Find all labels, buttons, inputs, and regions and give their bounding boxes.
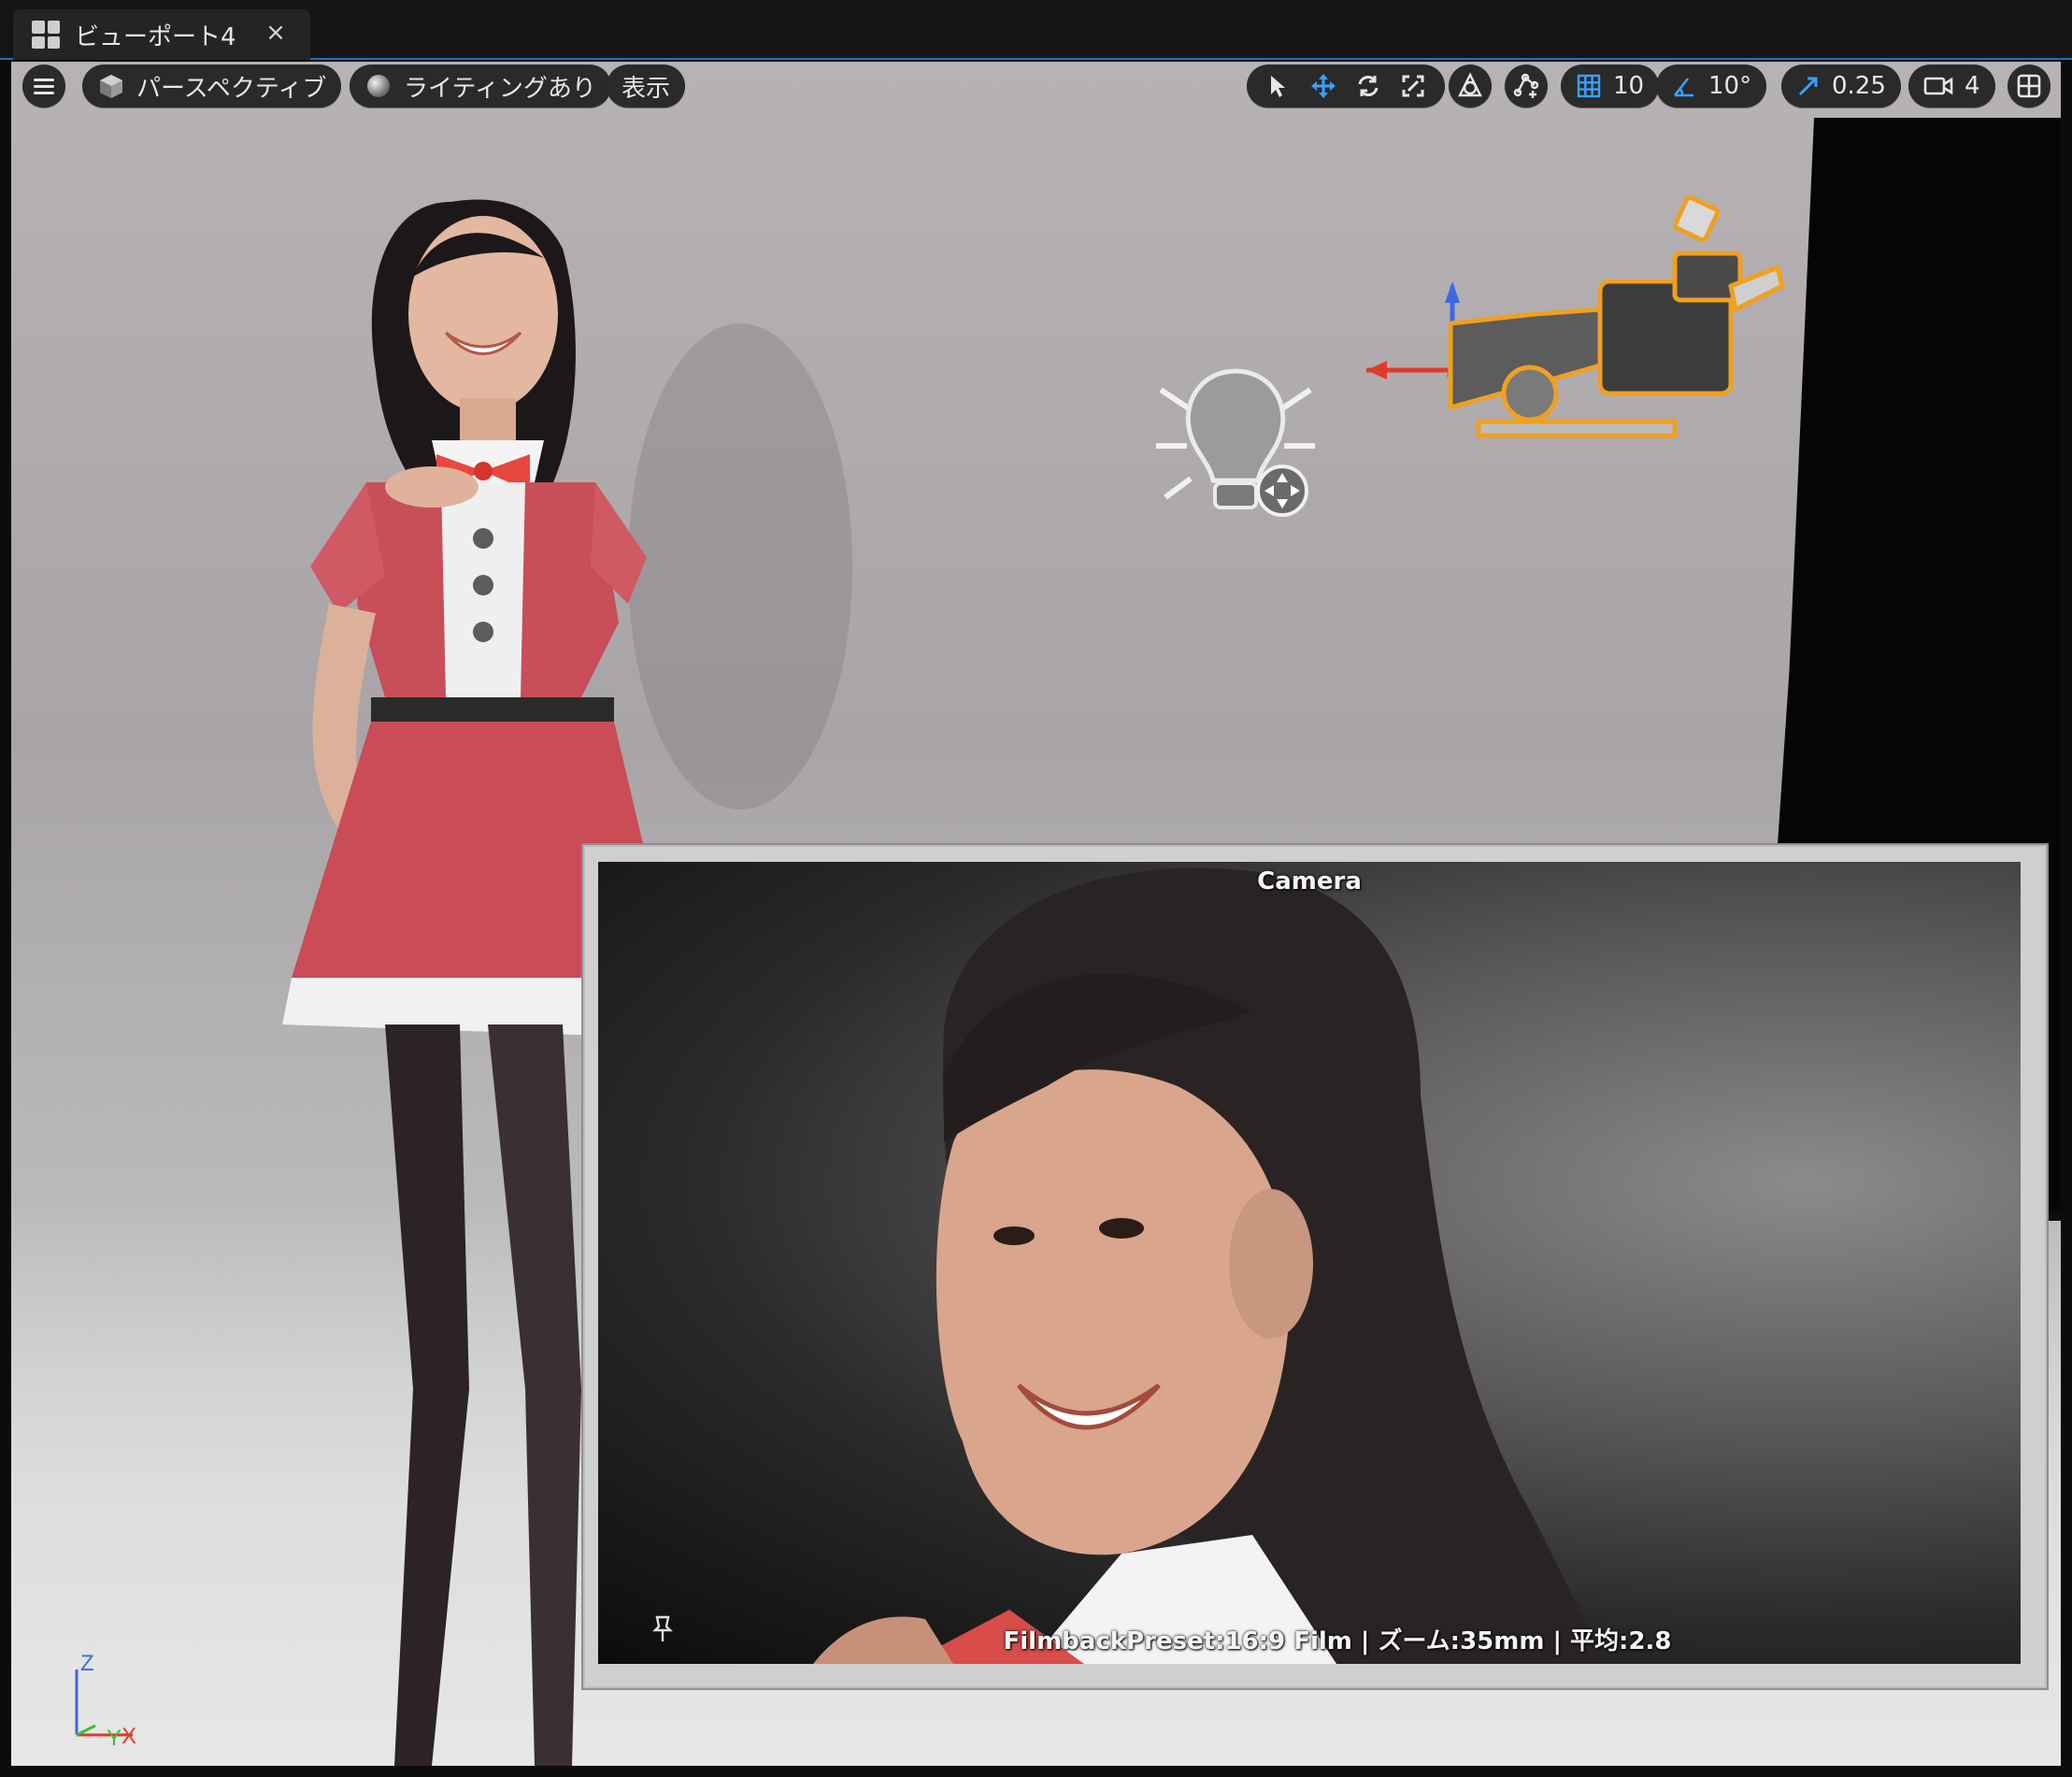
viewport-layout-button[interactable]: [2008, 64, 2051, 107]
rotation-snap-value: 10°: [1708, 72, 1752, 100]
tab-close-button[interactable]: ×: [262, 19, 290, 47]
axis-y-label: Y: [107, 1726, 122, 1751]
preview-character-closeup: [813, 867, 1608, 1664]
grid-icon: [1576, 73, 1602, 99]
angle-icon: [1671, 73, 1697, 99]
show-menu-button[interactable]: 表示: [607, 64, 686, 107]
axis-x-label: X: [121, 1724, 137, 1749]
transform-tools: [1247, 64, 1445, 107]
show-label: 表示: [622, 74, 671, 103]
unreal-editor-viewport-window: ビューポート4 × パースペクティブ ライティングあり 表示 10 10° 0.…: [0, 0, 2072, 1777]
select-tool-button[interactable]: [1259, 66, 1298, 106]
viewport-menu-button[interactable]: [22, 64, 65, 107]
grid-snap-value: 10: [1613, 72, 1645, 100]
rotation-snap-button[interactable]: 10°: [1656, 64, 1767, 107]
move-arrows-icon: [1311, 74, 1336, 98]
scale-icon: [1402, 75, 1424, 97]
grid-snap-button[interactable]: 10: [1561, 64, 1660, 107]
scale-snap-button[interactable]: 0.25: [1781, 64, 1901, 107]
layout-grid-icon: [2017, 74, 2041, 98]
rotate-icon: [1358, 76, 1379, 96]
scale-snap-value: 0.25: [1832, 72, 1886, 100]
camera-speed-button[interactable]: 4: [1908, 64, 1995, 107]
rotate-tool-button[interactable]: [1349, 66, 1388, 106]
camera-preview[interactable]: Camera FilmbackPreset:16:9 Film | ズーム:35…: [598, 862, 2021, 1664]
cine-camera-actor[interactable]: [1366, 183, 1815, 464]
lighting-mode-button[interactable]: ライティングあり: [350, 64, 611, 107]
coordinate-space-button[interactable]: [1449, 64, 1492, 107]
point-light-icon[interactable]: [1151, 357, 1320, 525]
camera-settings-info: FilmbackPreset:16:9 Film | ズーム:35mm | 平均…: [1003, 1627, 1672, 1655]
scale-tool-button[interactable]: [1393, 66, 1433, 106]
video-camera-icon: [1923, 75, 1953, 97]
surface-snap-icon: [1513, 73, 1539, 98]
perspective-button[interactable]: パースペクティブ: [82, 64, 342, 107]
perspective-label: パースペクティブ: [136, 74, 327, 103]
scale-arrow-icon: [1796, 74, 1821, 98]
surface-snap-button[interactable]: [1505, 64, 1548, 107]
world-space-icon: [1458, 72, 1482, 97]
axis-z-label: Z: [80, 1651, 94, 1676]
hamburger-icon: [34, 75, 54, 98]
camera-speed-value: 4: [1965, 72, 1980, 100]
axis-indicator: Z Y X: [49, 1651, 151, 1754]
cube-icon: [97, 72, 125, 100]
level-viewport[interactable]: パースペクティブ ライティングあり 表示 10 10° 0.25 4 Camer…: [11, 62, 2061, 1766]
tab-title: ビューポート4: [75, 22, 236, 51]
translate-tool-button[interactable]: [1304, 66, 1343, 106]
lit-sphere-icon: [364, 72, 393, 100]
tab-viewport4[interactable]: ビューポート4 ×: [13, 9, 310, 60]
preview-title: Camera: [1257, 867, 1362, 896]
tab-bar: ビューポート4 ×: [0, 0, 2072, 60]
cursor-arrow-icon: [1271, 76, 1285, 97]
lighting-label: ライティングあり: [404, 74, 596, 103]
viewport-layout-icon: [32, 21, 60, 49]
